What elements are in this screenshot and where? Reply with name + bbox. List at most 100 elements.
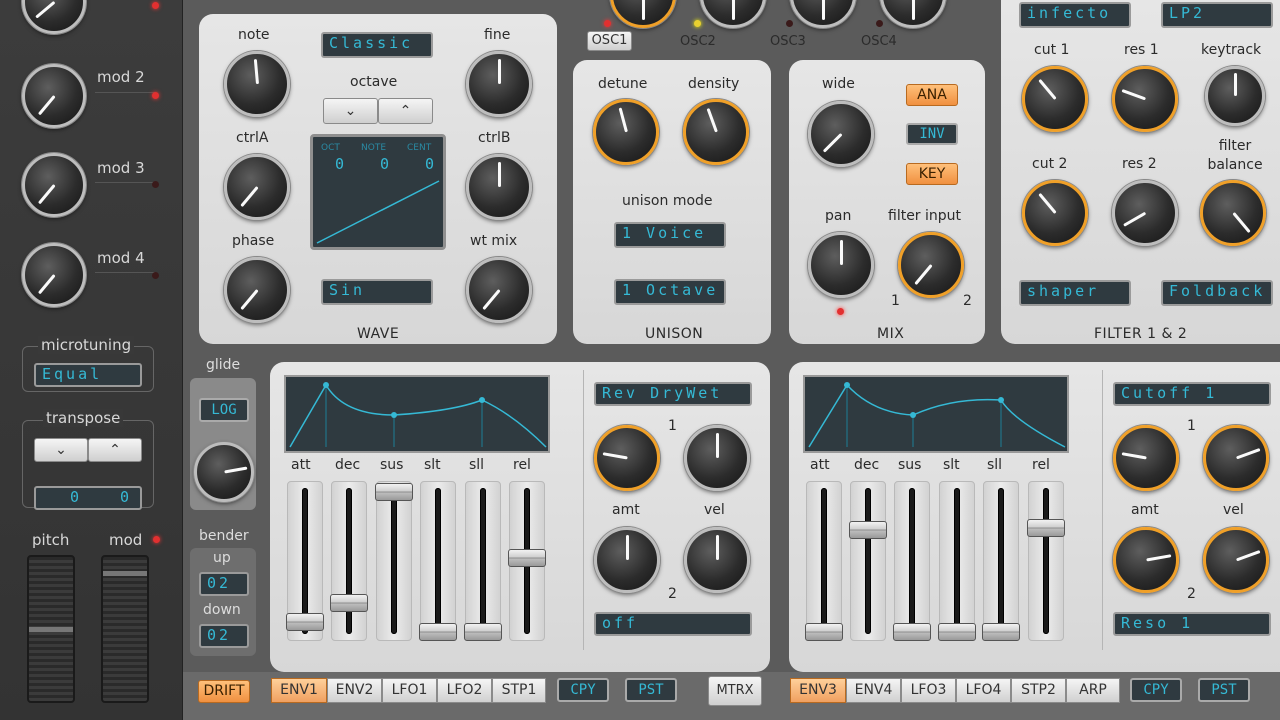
wide-knob[interactable] [808, 101, 874, 167]
tab-lfo4[interactable]: LFO4 [956, 678, 1011, 703]
inv-button[interactable]: INV [906, 123, 958, 145]
shaper-select[interactable]: shaper [1019, 280, 1131, 306]
transpose-up-button[interactable]: ⌃ [88, 438, 142, 462]
unison-octave-select[interactable]: 1 Octave [614, 279, 726, 305]
ana-button[interactable]: ANA [906, 84, 958, 106]
env-right-sus-slider-track[interactable] [909, 488, 915, 634]
env-right-rel-slider-track[interactable] [1043, 488, 1049, 634]
glide-log-button[interactable]: LOG [199, 398, 249, 422]
osc2-tab[interactable]: OSC2 [680, 34, 716, 49]
env-right-target-2-select[interactable]: Reso 1 [1113, 612, 1271, 636]
tab-lfo1[interactable]: LFO1 [382, 678, 437, 703]
env-left-mod-1-amt-knob[interactable] [594, 425, 660, 491]
glide-knob[interactable] [194, 442, 254, 502]
mod-4-knob[interactable] [22, 243, 86, 307]
env-left-dec-slider-handle[interactable] [330, 594, 368, 612]
env-left-att-slider-handle[interactable] [286, 613, 324, 631]
ctrlA-knob[interactable] [224, 154, 290, 220]
tab-lfo3[interactable]: LFO3 [901, 678, 956, 703]
envelope-3-display[interactable] [803, 375, 1069, 453]
env-left-sus-slider-handle[interactable] [375, 483, 413, 501]
osc4-level-knob[interactable] [880, 0, 946, 28]
env-left-target-2-select[interactable]: off [594, 612, 752, 636]
note-knob[interactable] [224, 51, 290, 117]
env-right-mod-1-amt-knob[interactable] [1113, 425, 1179, 491]
env-right-target-1-select[interactable]: Cutoff 1 [1113, 382, 1271, 406]
osc4-tab[interactable]: OSC4 [861, 34, 897, 49]
tab-stp1[interactable]: STP1 [492, 678, 546, 703]
env-left-sll-slider-track[interactable] [480, 488, 486, 634]
env-right-mod-2-vel-knob[interactable] [1203, 527, 1269, 593]
env-left-mod-2-amt-knob[interactable] [594, 527, 660, 593]
cut2-knob[interactable] [1022, 180, 1088, 246]
fine-knob[interactable] [466, 51, 532, 117]
env-right-mod-2-amt-knob[interactable] [1113, 527, 1179, 593]
res1-knob[interactable] [1112, 66, 1178, 132]
tab-env2[interactable]: ENV2 [327, 678, 382, 703]
mod-wheel[interactable] [101, 555, 149, 703]
filter-1-type-select[interactable]: infecto [1019, 2, 1131, 28]
octave-down-button[interactable]: ⌄ [323, 98, 378, 124]
bender-down-value[interactable]: 02 [199, 624, 249, 648]
drift-button[interactable]: DRIFT [198, 680, 250, 703]
env-right-mod-1-vel-knob[interactable] [1203, 425, 1269, 491]
bender-up-value[interactable]: 02 [199, 572, 249, 596]
osc3-tab[interactable]: OSC3 [770, 34, 806, 49]
filter-input-knob[interactable] [898, 232, 964, 298]
filter-2-type-select[interactable]: LP2 [1161, 2, 1273, 28]
foldback-select[interactable]: Foldback [1161, 280, 1273, 306]
env-left-rel-slider-handle[interactable] [508, 549, 546, 567]
env-left-slt-slider-handle[interactable] [419, 623, 457, 641]
mod-3-knob[interactable] [22, 153, 86, 217]
tab-env4[interactable]: ENV4 [846, 678, 901, 703]
tab-env1[interactable]: ENV1 [271, 678, 327, 703]
filter-balance-knob[interactable] [1200, 180, 1266, 246]
paste-left-button[interactable]: PST [625, 678, 677, 702]
env-left-mod-2-vel-knob[interactable] [684, 527, 750, 593]
pitch-wheel[interactable] [27, 555, 75, 703]
microtuning-select[interactable]: Equal [34, 363, 142, 387]
env-right-sus-slider-handle[interactable] [893, 623, 931, 641]
env-left-sus-slider-track[interactable] [391, 488, 397, 634]
env-right-att-slider-handle[interactable] [805, 623, 843, 641]
env-right-rel-slider-handle[interactable] [1027, 519, 1065, 537]
env-right-sll-slider-track[interactable] [998, 488, 1004, 634]
pan-knob[interactable] [808, 232, 874, 298]
env-right-att-slider-track[interactable] [821, 488, 827, 634]
tab-lfo2[interactable]: LFO2 [437, 678, 492, 703]
transpose-display[interactable]: 0 0 [34, 486, 142, 510]
env-right-dec-slider-handle[interactable] [849, 521, 887, 539]
env-right-slt-slider-handle[interactable] [938, 623, 976, 641]
tab-arp[interactable]: ARP [1066, 678, 1120, 703]
unison-mode-select[interactable]: 1 Voice [614, 222, 726, 248]
osc1-tab[interactable]: OSC1 [587, 31, 632, 51]
mod-1-knob[interactable] [22, 0, 86, 34]
copy-right-button[interactable]: CPY [1130, 678, 1182, 702]
phase-knob[interactable] [224, 257, 290, 323]
env-left-dec-slider-track[interactable] [346, 488, 352, 634]
matrix-button[interactable]: MTRX [708, 676, 762, 706]
wt-mix-knob[interactable] [466, 257, 532, 323]
env-right-slt-slider-track[interactable] [954, 488, 960, 634]
env-left-sll-slider-handle[interactable] [464, 623, 502, 641]
cut1-knob[interactable] [1022, 66, 1088, 132]
copy-left-button[interactable]: CPY [557, 678, 609, 702]
res2-knob[interactable] [1112, 180, 1178, 246]
tab-stp2[interactable]: STP2 [1011, 678, 1066, 703]
envelope-1-display[interactable] [284, 375, 550, 453]
osc1-level-knob[interactable] [610, 0, 676, 28]
mod-2-knob[interactable] [22, 64, 86, 128]
wavetable-select[interactable]: Classic [321, 32, 433, 58]
key-button[interactable]: KEY [906, 163, 958, 185]
osc2-level-knob[interactable] [700, 0, 766, 28]
osc3-level-knob[interactable] [790, 0, 856, 28]
wave-select[interactable]: Sin [321, 279, 433, 305]
paste-right-button[interactable]: PST [1198, 678, 1250, 702]
tab-env3[interactable]: ENV3 [790, 678, 846, 703]
env-right-dec-slider-track[interactable] [865, 488, 871, 634]
detune-knob[interactable] [593, 99, 659, 165]
env-left-target-1-select[interactable]: Rev DryWet [594, 382, 752, 406]
density-knob[interactable] [683, 99, 749, 165]
env-left-mod-1-vel-knob[interactable] [684, 425, 750, 491]
keytrack-knob[interactable] [1205, 66, 1265, 126]
